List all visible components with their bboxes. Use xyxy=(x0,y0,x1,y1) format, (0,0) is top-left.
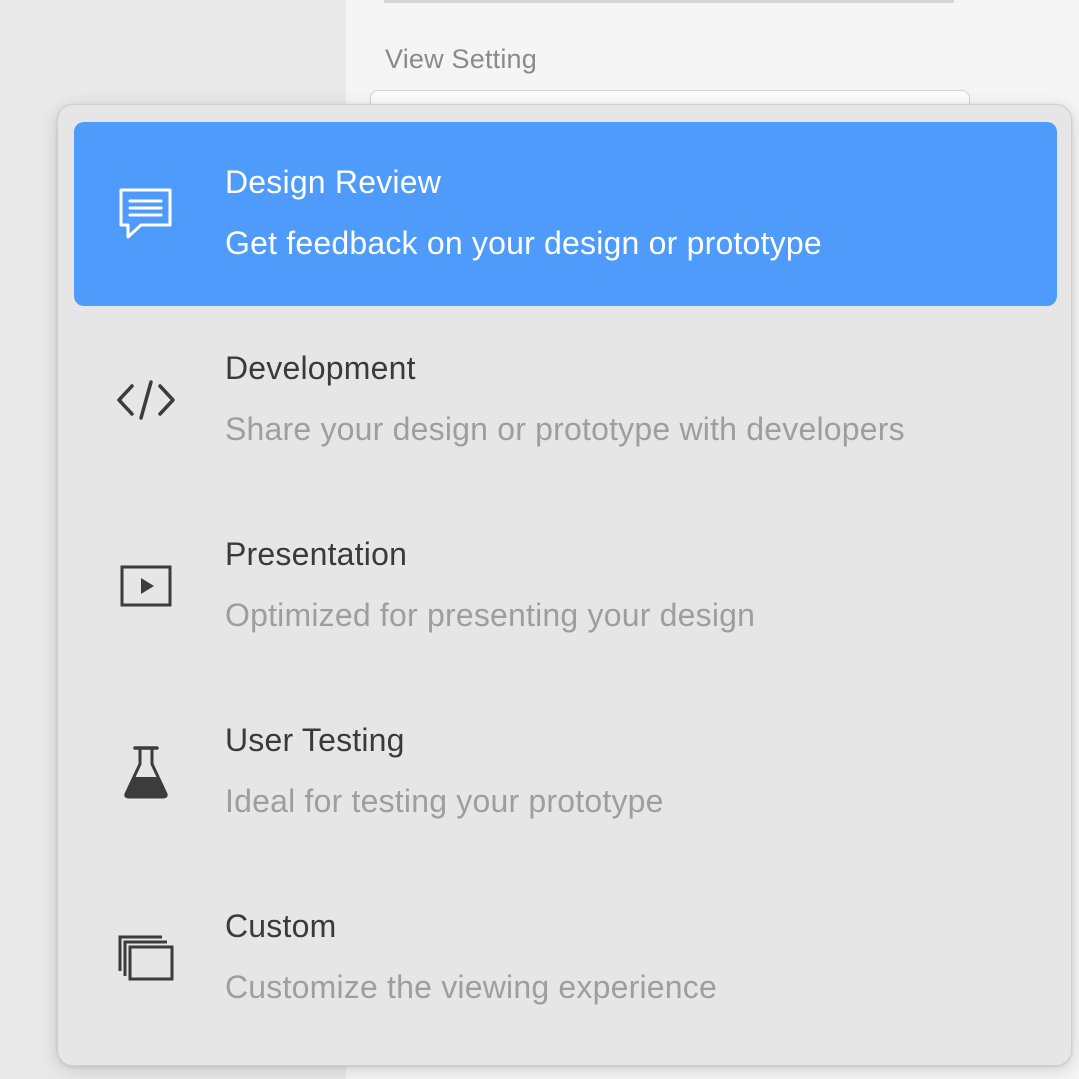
menu-item-title: Presentation xyxy=(225,536,408,572)
menu-item-description: Optimized for presenting your design xyxy=(225,597,756,633)
code-icon xyxy=(116,370,176,430)
view-setting-label: View Setting xyxy=(385,44,537,74)
menu-item-development[interactable]: Development Share your design or prototy… xyxy=(74,308,1057,492)
play-icon xyxy=(116,556,176,616)
menu-item-title: User Testing xyxy=(225,722,405,758)
menu-item-description: Ideal for testing your prototype xyxy=(225,783,664,819)
menu-item-description: Share your design or prototype with deve… xyxy=(225,411,905,447)
flask-icon xyxy=(116,742,176,802)
menu-item-design-review[interactable]: Design Review Get feedback on your desig… xyxy=(74,122,1057,306)
menu-item-title: Design Review xyxy=(225,164,442,200)
menu-item-presentation[interactable]: Presentation Optimized for presenting yo… xyxy=(74,494,1057,678)
windows-icon xyxy=(116,928,176,988)
menu-item-description: Customize the viewing experience xyxy=(225,969,717,1005)
panel-divider xyxy=(384,0,954,3)
menu-item-title: Development xyxy=(225,350,416,386)
comment-icon xyxy=(116,184,176,244)
menu-item-custom[interactable]: Custom Customize the viewing experience xyxy=(74,866,1057,1050)
menu-item-user-testing[interactable]: User Testing Ideal for testing your prot… xyxy=(74,680,1057,864)
menu-item-description: Get feedback on your design or prototype xyxy=(225,225,822,261)
view-setting-menu: Design Review Get feedback on your desig… xyxy=(57,104,1072,1066)
menu-item-title: Custom xyxy=(225,908,337,944)
